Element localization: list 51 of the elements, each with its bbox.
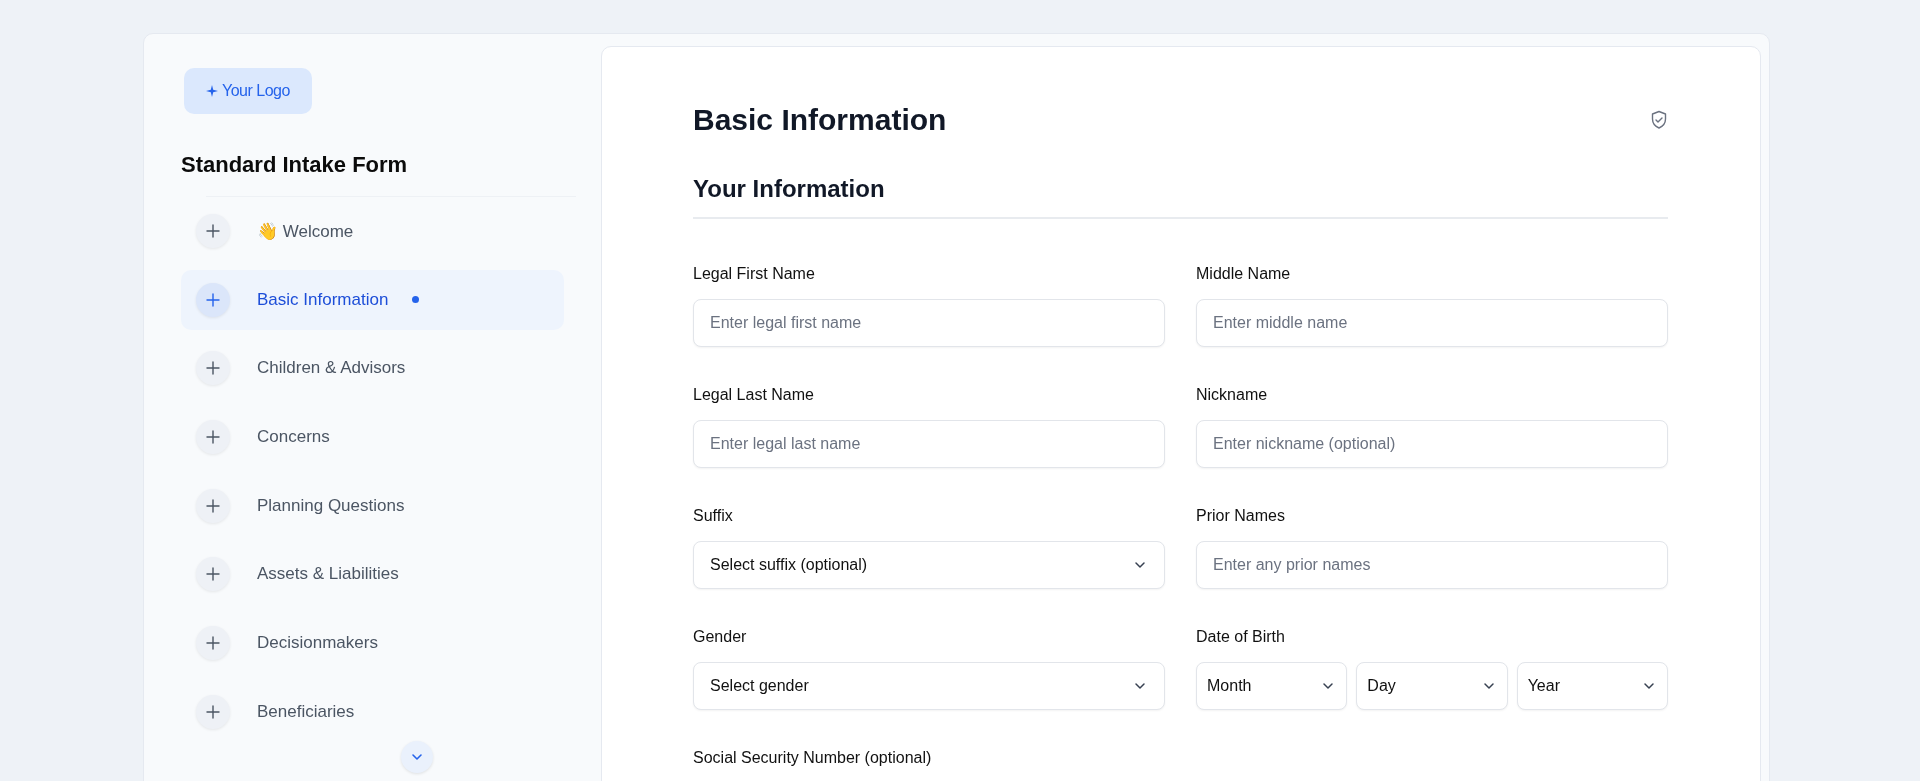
sidebar-item[interactable]: Decisionmakers	[181, 613, 564, 674]
field-label: Prior Names	[1196, 507, 1286, 525]
plus-icon[interactable]	[196, 557, 230, 592]
current-dot	[412, 296, 420, 304]
select-dropdown[interactable]: Month	[1196, 662, 1348, 710]
sidebar-item-label: Beneficiaries	[257, 701, 355, 722]
scroll-down-button[interactable]	[401, 740, 433, 773]
page-title: Basic Information	[693, 103, 947, 137]
field-label: Middle Name	[1196, 265, 1292, 283]
field-label: Legal Last Name	[693, 386, 815, 404]
sidebar-item[interactable]: Planning Questions	[181, 475, 564, 536]
sidebar-item-label: Assets & Liabilities	[257, 564, 399, 585]
select-dropdown[interactable]: Select suffix (optional)	[693, 541, 1165, 589]
field-label: Nickname	[1196, 386, 1269, 404]
input-field[interactable]: Enter middle name	[1196, 299, 1668, 347]
sidebar-item[interactable]: Beneficiaries	[181, 681, 564, 742]
form-title: Standard Intake Form	[181, 152, 409, 178]
logo-text: Your Logo	[222, 82, 290, 100]
sidebar-item-label: 👋 Welcome	[257, 220, 354, 242]
sidebar-item[interactable]: 👋 Welcome	[181, 201, 564, 261]
section-title: Your Information	[693, 175, 1668, 219]
plus-icon[interactable]	[196, 420, 230, 455]
field-label: Date of Birth	[1196, 628, 1286, 646]
select-dropdown[interactable]: Year	[1516, 662, 1668, 710]
sidebar-item[interactable]: Assets & Liabilities	[181, 544, 564, 605]
plus-icon[interactable]	[196, 351, 230, 386]
sparkle-icon	[206, 85, 218, 97]
sidebar-item[interactable]: Children & Advisors	[181, 338, 564, 399]
sidebar-item-label: Basic Information	[257, 289, 389, 310]
select-dropdown[interactable]: Select gender	[693, 662, 1165, 710]
sidebar-item-label: Decisionmakers	[257, 633, 378, 654]
input-field[interactable]: Enter legal last name	[693, 420, 1165, 468]
field-label: Gender	[693, 628, 748, 646]
plus-icon[interactable]	[196, 282, 230, 317]
sidebar-item-label: Concerns	[257, 427, 330, 448]
plus-icon[interactable]	[196, 694, 230, 729]
field-label: Suffix	[693, 507, 734, 525]
sidebar-item-label: Children & Advisors	[257, 358, 406, 379]
shield-check-icon	[1650, 110, 1668, 130]
input-field[interactable]: Enter nickname (optional)	[1196, 420, 1668, 468]
sidebar-item[interactable]: Concerns	[181, 407, 564, 468]
sidebar-item[interactable]: Basic Information	[181, 269, 564, 330]
plus-icon[interactable]	[196, 488, 230, 523]
field-label: Legal First Name	[693, 265, 816, 283]
select-dropdown[interactable]: Day	[1356, 662, 1508, 710]
field-label: Social Security Number (optional)	[693, 749, 933, 767]
plus-icon[interactable]	[196, 626, 230, 661]
input-field[interactable]: Enter legal first name	[693, 299, 1165, 347]
sidebar-item-label: Planning Questions	[257, 495, 405, 516]
plus-icon[interactable]	[196, 214, 230, 248]
input-field[interactable]: Enter any prior names	[1196, 541, 1668, 589]
